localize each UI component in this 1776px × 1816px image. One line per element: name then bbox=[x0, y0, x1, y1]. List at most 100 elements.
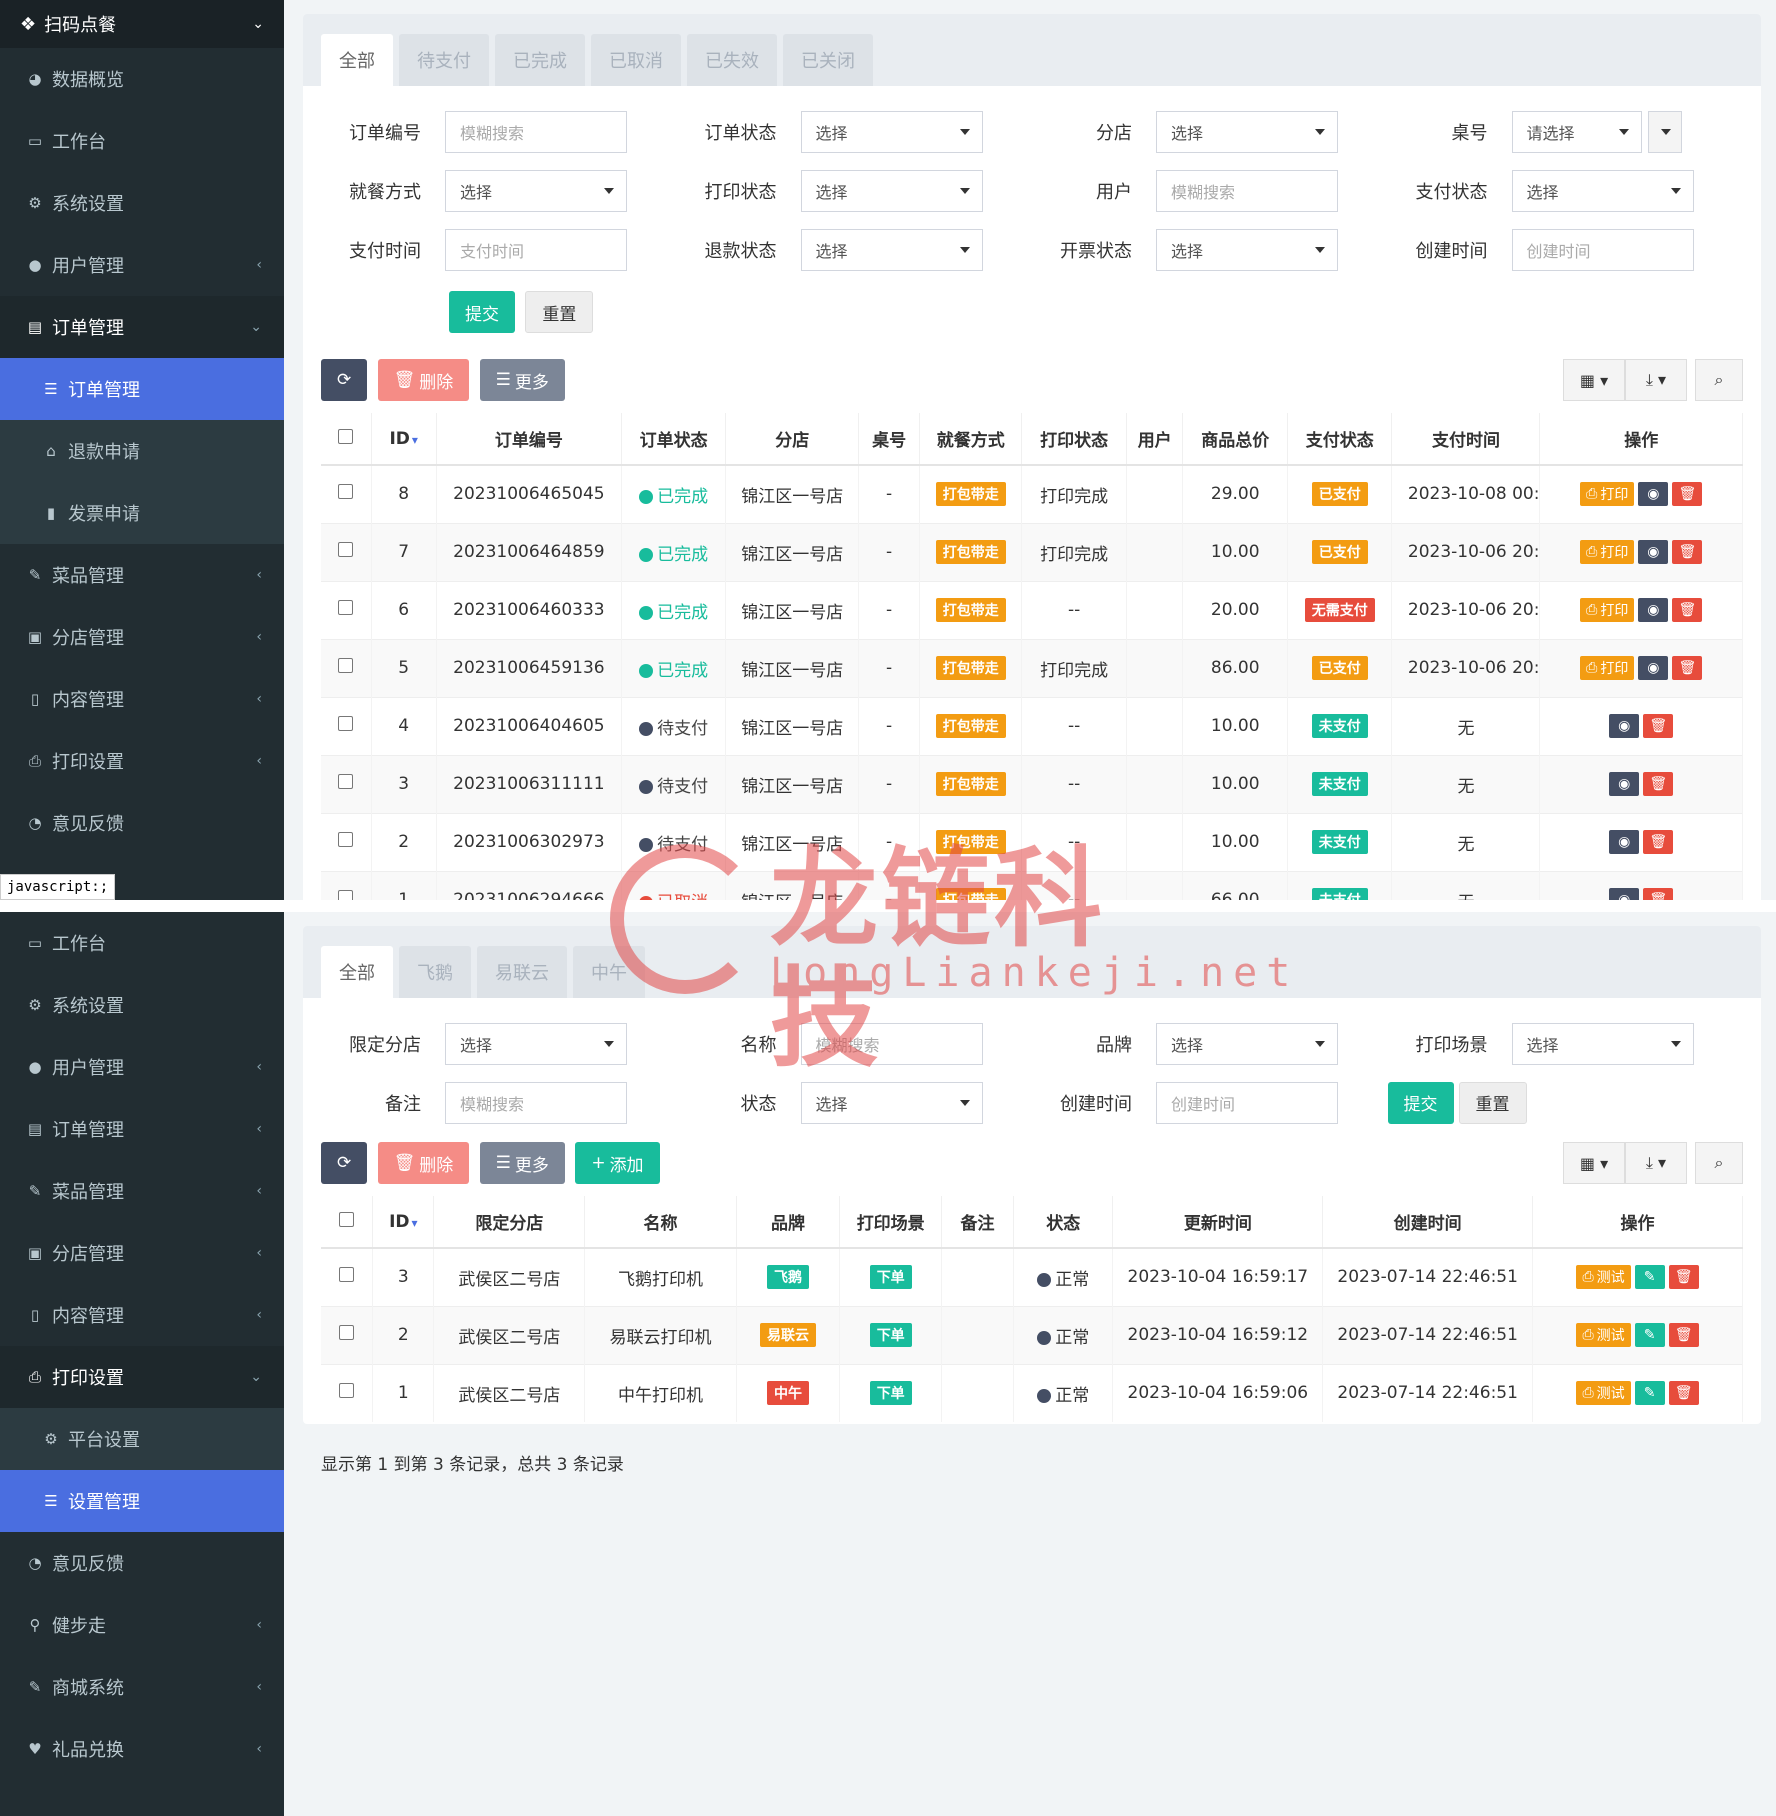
delete-row-button[interactable]: 🗑 bbox=[1643, 772, 1674, 796]
sidebar-item[interactable]: ▤ 订单管理 ‹ bbox=[0, 1098, 284, 1160]
row-checkbox[interactable] bbox=[338, 716, 354, 731]
print-button[interactable]: ⎙ 打印 bbox=[1580, 656, 1635, 680]
view-button[interactable]: ◉ bbox=[1638, 482, 1669, 507]
select-input[interactable]: 选择 bbox=[1156, 1022, 1338, 1065]
select-input[interactable]: 选择 bbox=[1511, 1022, 1694, 1065]
refresh-button[interactable]: ⟳ bbox=[321, 359, 368, 401]
delete-row-button[interactable]: 🗑 bbox=[1643, 714, 1674, 738]
delete-row-button[interactable]: 🗑 bbox=[1668, 1265, 1699, 1290]
row-checkbox[interactable] bbox=[338, 658, 354, 673]
delete-row-button[interactable]: 🗑 bbox=[1668, 1323, 1699, 1347]
columns-toggle-button[interactable]: ▦ ▾ bbox=[1563, 1142, 1625, 1184]
select-all-checkbox[interactable] bbox=[339, 1211, 355, 1227]
tab[interactable]: 已关闭 bbox=[783, 34, 873, 86]
tab[interactable]: 中午 bbox=[573, 946, 645, 998]
tab[interactable]: 全部 bbox=[321, 34, 393, 86]
column-header[interactable]: 备注 bbox=[941, 1196, 1015, 1249]
more-button[interactable]: ☰ 更多 bbox=[479, 1142, 565, 1184]
column-header[interactable]: 桌号 bbox=[858, 413, 921, 466]
print-button[interactable]: ⎙ 打印 bbox=[1580, 482, 1635, 507]
view-button[interactable]: ◉ bbox=[1638, 656, 1669, 680]
column-header[interactable]: 分店 bbox=[725, 413, 860, 466]
test-button[interactable]: ⎙ 测试 bbox=[1576, 1323, 1631, 1347]
column-header[interactable]: ID ▾ bbox=[372, 1196, 435, 1249]
row-checkbox[interactable] bbox=[339, 1325, 355, 1340]
delete-row-button[interactable]: 🗑 bbox=[1672, 540, 1703, 564]
text-input[interactable]: 模糊搜索 bbox=[445, 110, 627, 153]
search-toggle-button[interactable]: ⌕ bbox=[1695, 1142, 1743, 1184]
column-header[interactable]: 更新时间 bbox=[1112, 1196, 1324, 1249]
delete-row-button[interactable]: 🗑 bbox=[1672, 482, 1703, 507]
column-header[interactable]: ID ▾ bbox=[371, 413, 437, 466]
sidebar-item[interactable]: ☰ 订单管理 bbox=[0, 358, 284, 420]
delete-button[interactable]: 🗑 删除 bbox=[377, 1142, 470, 1184]
tab[interactable]: 全部 bbox=[321, 946, 393, 998]
column-header[interactable]: 订单状态 bbox=[621, 413, 727, 466]
sidebar-item[interactable]: ☰ 设置管理 bbox=[0, 1470, 284, 1532]
column-header[interactable]: 品牌 bbox=[736, 1196, 841, 1249]
delete-row-button[interactable]: 🗑 bbox=[1643, 830, 1674, 854]
sidebar-item[interactable]: ▭ 工作台 bbox=[0, 110, 284, 172]
column-header[interactable]: 打印场景 bbox=[839, 1196, 942, 1249]
edit-button[interactable]: ✎ bbox=[1634, 1265, 1665, 1290]
view-button[interactable]: ◉ bbox=[1609, 714, 1640, 738]
delete-row-button[interactable]: 🗑 bbox=[1672, 656, 1703, 680]
view-button[interactable]: ◉ bbox=[1609, 888, 1640, 900]
select-input[interactable]: 请选择 bbox=[1511, 110, 1642, 153]
sidebar-item[interactable]: ▤ 订单管理 ⌄ bbox=[0, 296, 284, 358]
sidebar-item[interactable]: ● 用户管理 ‹ bbox=[0, 234, 284, 296]
sidebar-item[interactable]: ◕ 数据概览 bbox=[0, 48, 284, 110]
dropdown-button[interactable] bbox=[1647, 110, 1682, 153]
view-button[interactable]: ◉ bbox=[1609, 830, 1640, 854]
row-checkbox[interactable] bbox=[338, 542, 354, 557]
view-button[interactable]: ◉ bbox=[1638, 598, 1669, 622]
sidebar-item[interactable]: ● 用户管理 ‹ bbox=[0, 1036, 284, 1098]
tab[interactable]: 待支付 bbox=[399, 34, 489, 86]
column-header[interactable]: 就餐方式 bbox=[919, 413, 1023, 466]
sidebar-item[interactable]: ▯ 内容管理 ‹ bbox=[0, 668, 284, 730]
sidebar-item[interactable]: ✎ 商城系统 ‹ bbox=[0, 1656, 284, 1718]
row-checkbox[interactable] bbox=[339, 1383, 355, 1399]
text-input[interactable]: 模糊搜索 bbox=[1156, 169, 1338, 212]
text-input[interactable]: 模糊搜索 bbox=[800, 1022, 983, 1065]
text-input[interactable]: 模糊搜索 bbox=[445, 1081, 627, 1124]
delete-row-button[interactable]: 🗑 bbox=[1672, 598, 1703, 622]
row-checkbox[interactable] bbox=[338, 600, 354, 615]
sidebar-header[interactable]: ❖ 扫码点餐 ⌄ bbox=[0, 0, 284, 48]
select-input[interactable]: 选择 bbox=[800, 169, 983, 212]
sidebar-item[interactable]: ⌂ 退款申请 bbox=[0, 420, 284, 482]
column-header[interactable]: 打印状态 bbox=[1021, 413, 1127, 466]
column-header[interactable]: 订单编号 bbox=[436, 413, 622, 466]
select-input[interactable]: 选择 bbox=[445, 1022, 627, 1065]
delete-row-button[interactable]: 🗑 bbox=[1668, 1381, 1699, 1406]
sidebar-item[interactable]: ▣ 分店管理 ‹ bbox=[0, 1222, 284, 1284]
sidebar-item[interactable]: ♥ 礼品兑换 ‹ bbox=[0, 1718, 284, 1780]
sidebar-item[interactable]: ⚲ 健步走 ‹ bbox=[0, 1594, 284, 1656]
select-input[interactable]: 选择 bbox=[1511, 169, 1694, 212]
column-header[interactable]: 创建时间 bbox=[1322, 1196, 1534, 1249]
row-checkbox[interactable] bbox=[339, 1267, 355, 1283]
test-button[interactable]: ⎙ 测试 bbox=[1576, 1381, 1631, 1406]
tab[interactable]: 已失效 bbox=[687, 34, 777, 86]
text-input[interactable]: 支付时间 bbox=[445, 228, 627, 271]
row-checkbox[interactable] bbox=[338, 890, 354, 900]
tab[interactable]: 飞鹅 bbox=[399, 946, 471, 998]
column-header[interactable]: 状态 bbox=[1013, 1196, 1114, 1249]
sidebar-item[interactable]: ⚙ 平台设置 bbox=[0, 1408, 284, 1470]
sidebar-item[interactable]: ▮ 发票申请 bbox=[0, 482, 284, 544]
row-checkbox[interactable] bbox=[338, 832, 354, 847]
sidebar-item[interactable]: ⚙ 系统设置 bbox=[0, 974, 284, 1036]
select-input[interactable]: 选择 bbox=[800, 1081, 983, 1124]
sidebar-item[interactable]: ▯ 内容管理 ‹ bbox=[0, 1284, 284, 1346]
column-header[interactable]: 限定分店 bbox=[433, 1196, 586, 1249]
text-input[interactable]: 创建时间 bbox=[1511, 228, 1694, 271]
delete-button[interactable]: 🗑 删除 bbox=[377, 359, 470, 401]
select-all-checkbox[interactable] bbox=[338, 428, 354, 444]
sidebar-item[interactable]: ◔ 意见反馈 bbox=[0, 792, 284, 854]
tab[interactable]: 易联云 bbox=[477, 946, 567, 998]
row-checkbox[interactable] bbox=[338, 774, 354, 789]
export-button[interactable]: ⤓ ▾ bbox=[1625, 359, 1687, 401]
sidebar-item[interactable]: ✎ 菜品管理 ‹ bbox=[0, 544, 284, 606]
sidebar-item[interactable]: ✎ 菜品管理 ‹ bbox=[0, 1160, 284, 1222]
test-button[interactable]: ⎙ 测试 bbox=[1576, 1265, 1631, 1290]
